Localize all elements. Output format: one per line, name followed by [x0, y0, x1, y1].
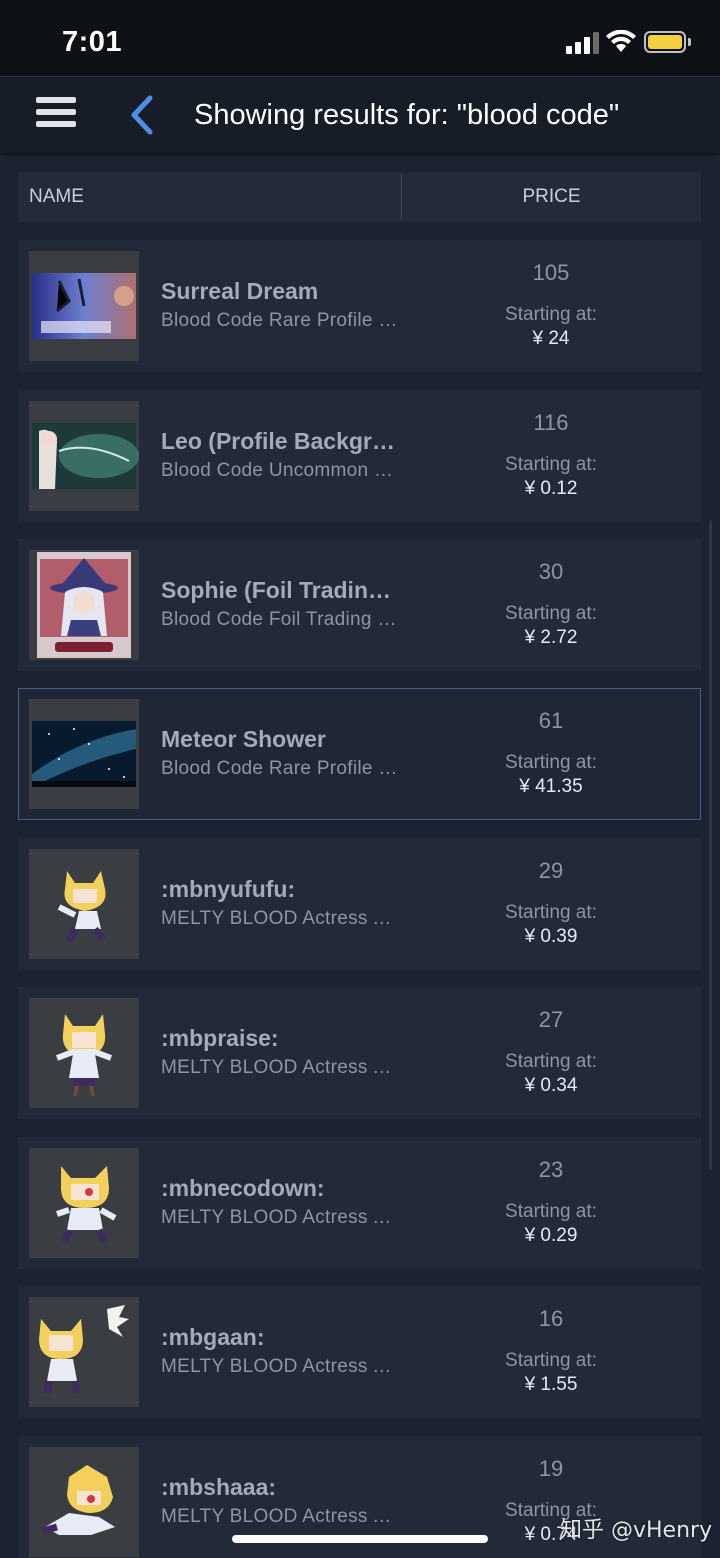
- result-row-selected[interactable]: Meteor Shower Blood Code Rare Profile Ba…: [18, 688, 701, 820]
- watermark: 知乎 @vHenry: [560, 1518, 713, 1543]
- item-game: MELTY BLOOD Actress Again Current Code E…: [161, 1057, 401, 1078]
- item-quantity: 29: [538, 858, 564, 883]
- item-game: MELTY BLOOD Actress Again Current Code E…: [161, 908, 401, 929]
- result-row[interactable]: Leo (Profile Background) Blood Code Unco…: [18, 390, 701, 522]
- back-chevron-icon[interactable]: [126, 95, 158, 135]
- app-header: Showing results for: "blood code": [0, 76, 720, 153]
- item-quantity: 116: [533, 410, 569, 435]
- result-row[interactable]: :mbpraise: MELTY BLOOD Actress Again Cur…: [18, 987, 701, 1119]
- item-thumbnail: [29, 251, 139, 361]
- item-name: Sophie (Foil Trading Card): [161, 577, 401, 603]
- starting-at-label: Starting at:: [505, 1051, 597, 1072]
- page-title: Showing results for: "blood code": [194, 99, 620, 131]
- hamburger-menu-icon[interactable]: [36, 97, 76, 131]
- item-thumbnail: [29, 1297, 139, 1407]
- item-quantity: 27: [538, 1007, 564, 1032]
- item-game: Blood Code Foil Trading Card: [161, 609, 401, 630]
- column-header-name[interactable]: NAME: [29, 186, 84, 208]
- item-thumbnail: [29, 1447, 139, 1557]
- starting-at-label: Starting at:: [505, 752, 597, 773]
- item-name: :mbshaaa:: [161, 1474, 277, 1500]
- item-name: Surreal Dream: [161, 278, 319, 304]
- item-thumbnail: [29, 401, 139, 511]
- item-quantity: 23: [538, 1157, 564, 1182]
- item-name: :mbnyufufu:: [161, 876, 296, 902]
- result-row[interactable]: :mbnecodown: MELTY BLOOD Actress Again C…: [18, 1137, 701, 1269]
- item-quantity: 19: [538, 1456, 564, 1481]
- status-time: 7:01: [62, 26, 123, 58]
- item-game: Blood Code Uncommon Profile Background: [161, 460, 401, 481]
- item-quantity: 16: [538, 1306, 564, 1331]
- item-price: ¥ 1.55: [524, 1374, 578, 1395]
- starting-at-label: Starting at:: [505, 603, 597, 624]
- starting-at-label: Starting at:: [505, 1350, 597, 1371]
- item-thumbnail: [29, 1148, 139, 1258]
- item-name: :mbnecodown:: [161, 1175, 325, 1201]
- item-price: ¥ 2.72: [524, 627, 578, 648]
- starting-at-label: Starting at:: [505, 1201, 597, 1222]
- battery-icon: [644, 31, 686, 53]
- item-price: ¥ 41.35: [519, 776, 583, 797]
- item-quantity: 61: [538, 708, 564, 733]
- item-thumbnail: [29, 998, 139, 1108]
- item-name: :mbpraise:: [161, 1025, 279, 1051]
- item-price: ¥ 0.29: [524, 1225, 578, 1246]
- column-header-price[interactable]: PRICE: [402, 186, 701, 208]
- item-thumbnail: [29, 550, 139, 660]
- item-game: MELTY BLOOD Actress Again Current Code E…: [161, 1506, 401, 1527]
- status-bar: 7:01: [0, 0, 720, 76]
- item-game: MELTY BLOOD Actress Again Current Code E…: [161, 1207, 401, 1228]
- starting-at-label: Starting at:: [505, 902, 597, 923]
- starting-at-label: Starting at:: [505, 454, 597, 475]
- item-price: ¥ 0.39: [524, 926, 578, 947]
- item-quantity: 105: [532, 260, 570, 285]
- result-row[interactable]: Sophie (Foil Trading Card) Blood Code Fo…: [18, 539, 701, 671]
- result-row[interactable]: :mbnyufufu: MELTY BLOOD Actress Again Cu…: [18, 838, 701, 970]
- wifi-icon: [606, 30, 636, 52]
- item-thumbnail: [29, 849, 139, 959]
- home-indicator[interactable]: [232, 1535, 488, 1543]
- result-row[interactable]: :mbgaan: MELTY BLOOD Actress Again Curre…: [18, 1286, 701, 1418]
- item-name: Meteor Shower: [161, 726, 326, 752]
- item-game: MELTY BLOOD Actress Again Current Code E…: [161, 1356, 401, 1377]
- cellular-signal-icon: [566, 32, 599, 54]
- starting-at-label: Starting at:: [505, 304, 597, 325]
- item-thumbnail: [29, 699, 139, 809]
- item-quantity: 30: [538, 559, 564, 584]
- item-game: Blood Code Rare Profile Background: [161, 758, 401, 779]
- item-price: ¥ 0.34: [524, 1075, 578, 1096]
- result-row[interactable]: Surreal Dream Blood Code Rare Profile Ba…: [18, 240, 701, 372]
- results-table-header: NAME PRICE: [18, 172, 701, 222]
- item-price: ¥ 0.12: [524, 478, 578, 499]
- item-price: ¥ 24: [532, 328, 570, 349]
- item-game: Blood Code Rare Profile Background: [161, 310, 401, 331]
- item-name: :mbgaan:: [161, 1324, 265, 1350]
- scrollbar[interactable]: [709, 520, 712, 1170]
- item-name: Leo (Profile Background): [161, 428, 401, 454]
